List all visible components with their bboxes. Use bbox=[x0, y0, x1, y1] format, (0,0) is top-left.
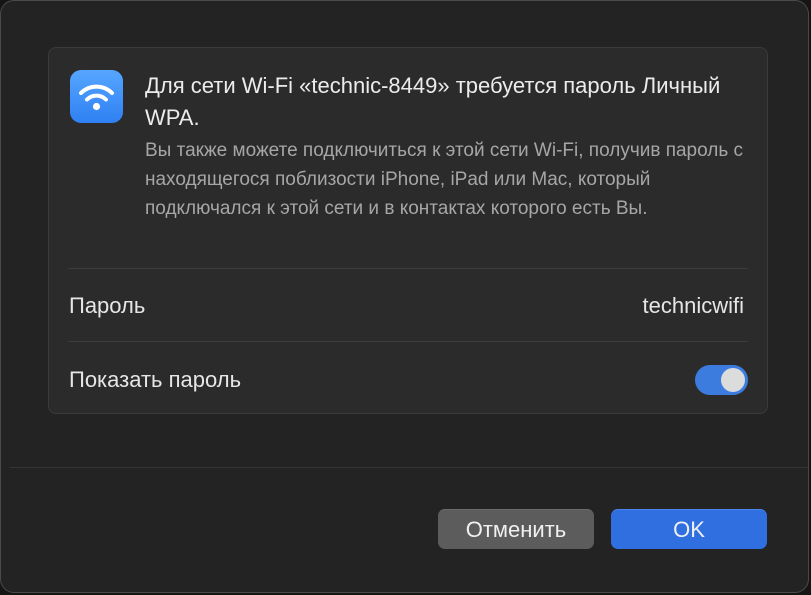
show-password-label: Показать пароль bbox=[69, 367, 242, 392]
dialog-content-card: Для сети Wi-Fi «technic-8449» требуется … bbox=[48, 47, 768, 414]
password-label: Пароль bbox=[69, 293, 146, 318]
wifi-icon bbox=[70, 70, 123, 123]
dialog-description: Вы также можете подключиться к этой сети… bbox=[145, 140, 744, 219]
dialog-title: Для сети Wi-Fi «technic-8449» требуется … bbox=[145, 73, 721, 130]
footer-divider bbox=[10, 467, 808, 468]
show-password-toggle[interactable] bbox=[695, 365, 748, 395]
toggle-knob bbox=[721, 368, 745, 392]
cancel-button[interactable]: Отменить bbox=[438, 509, 594, 549]
wifi-password-dialog: Для сети Wi-Fi «technic-8449» требуется … bbox=[0, 0, 809, 593]
password-field[interactable]: technicwifi bbox=[643, 292, 744, 320]
divider bbox=[68, 268, 748, 269]
ok-button[interactable]: OK bbox=[611, 509, 767, 549]
divider bbox=[68, 341, 748, 342]
